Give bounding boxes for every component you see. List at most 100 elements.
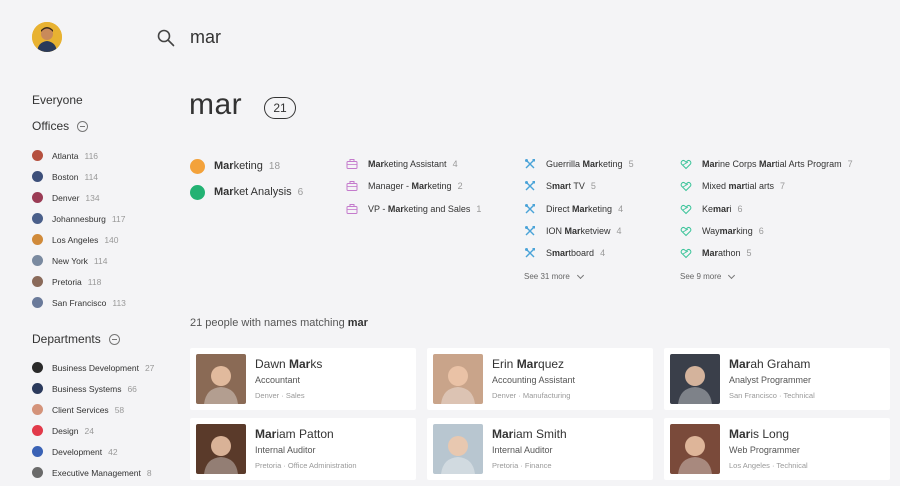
department-thumbnail xyxy=(32,404,43,415)
label-text: king xyxy=(736,226,753,237)
department-item[interactable]: Business Systems 66 xyxy=(32,378,172,399)
collapse-departments-icon[interactable] xyxy=(108,333,120,345)
office-name: Boston xyxy=(52,171,79,182)
office-thumbnail xyxy=(32,255,43,266)
sidebar-everyone[interactable]: Everyone xyxy=(32,92,172,108)
person-card[interactable]: Dawn Marks Accountant Denver · Sales xyxy=(190,348,416,410)
interest-result[interactable]: Marine Corps Martial Arts Program 7 xyxy=(680,153,853,175)
interest-result[interactable]: Kemari 6 xyxy=(680,198,853,220)
department-name: Development xyxy=(52,446,103,457)
office-item[interactable]: Pretoria 118 xyxy=(32,271,172,292)
office-item[interactable]: Denver 134 xyxy=(32,187,172,208)
label-text: keting and Sales xyxy=(403,203,471,214)
group-result[interactable]: Marketing 18 xyxy=(190,153,303,179)
interest-label: Marine Corps Martial Arts Program xyxy=(702,159,842,169)
department-item[interactable]: Design 24 xyxy=(32,420,172,441)
skill-result[interactable]: Guerrilla Marketing 5 xyxy=(524,153,634,175)
office-item[interactable]: Atlanta 116 xyxy=(32,145,172,166)
person-location: Pretoria · Finance xyxy=(492,461,552,470)
person-name: Dawn Marks xyxy=(255,357,322,371)
match-highlight: mar xyxy=(719,226,737,237)
office-name: Pretoria xyxy=(52,276,82,287)
department-thumbnail xyxy=(32,425,43,436)
person-name: Erin Marquez xyxy=(492,357,564,371)
office-count: 140 xyxy=(104,234,119,245)
search-icon[interactable] xyxy=(157,29,175,47)
group-icon xyxy=(190,184,205,200)
tools-icon xyxy=(524,225,536,237)
skill-result[interactable]: Direct Marketing 4 xyxy=(524,198,634,220)
department-name: Business Systems xyxy=(52,383,122,394)
office-thumbnail xyxy=(32,192,43,203)
office-item[interactable]: Boston 114 xyxy=(32,166,172,187)
user-avatar[interactable] xyxy=(32,22,62,52)
skill-result[interactable]: Smart TV 5 xyxy=(524,175,634,197)
match-highlight: Mar xyxy=(368,159,385,170)
skill-result[interactable]: Smartboard 4 xyxy=(524,242,634,264)
departments-header[interactable]: Departments xyxy=(32,331,172,347)
skill-label: Smart TV xyxy=(546,181,585,191)
person-card[interactable]: Mariam Patton Internal Auditor Pretoria · … xyxy=(190,418,416,480)
department-item[interactable]: Business Development 27 xyxy=(32,357,172,378)
skill-label: Direct Marketing xyxy=(546,204,612,214)
department-item[interactable]: Development 42 xyxy=(32,441,172,462)
collapse-offices-icon[interactable] xyxy=(77,120,89,132)
office-thumbnail xyxy=(32,234,43,245)
person-card[interactable]: Maris Long Web Programmer Los Angeles · Te… xyxy=(664,418,890,480)
label-text: keting xyxy=(588,203,613,214)
skill-count: 5 xyxy=(628,159,634,170)
office-count: 114 xyxy=(84,171,99,182)
title-label: VP - Marketing and Sales xyxy=(368,204,470,214)
interests-see-more[interactable]: See 9 more xyxy=(680,264,853,289)
title-result[interactable]: Manager - Marketing 2 xyxy=(346,175,481,197)
departments-label: Departments xyxy=(32,332,101,346)
interest-result[interactable]: Waymarking 6 xyxy=(680,220,853,242)
search-input[interactable]: mar xyxy=(190,27,221,48)
department-thumbnail xyxy=(32,383,43,394)
match-highlight: mar xyxy=(728,181,746,192)
skill-count: 4 xyxy=(616,226,622,237)
department-item[interactable]: Executive Management 8 xyxy=(32,462,172,483)
match-highlight: Mar xyxy=(214,186,234,198)
office-item[interactable]: New York 114 xyxy=(32,250,172,271)
office-item[interactable]: Los Angeles 140 xyxy=(32,229,172,250)
office-item[interactable]: Johannesburg 117 xyxy=(32,208,172,229)
group-label: Marketing xyxy=(214,160,263,172)
interest-result[interactable]: Mixed martial arts 7 xyxy=(680,175,853,197)
label-text: VP - xyxy=(368,203,388,214)
person-card[interactable]: Mariam Smith Internal Auditor Pretoria · F… xyxy=(427,418,653,480)
office-count: 134 xyxy=(85,192,100,203)
person-card[interactable]: Marah Graham Analyst Programmer San Franci… xyxy=(664,348,890,410)
person-card[interactable]: Erin Marquez Accounting Assistant Denver ·… xyxy=(427,348,653,410)
title-count: 4 xyxy=(452,159,458,170)
department-count: 27 xyxy=(144,362,155,373)
offices-header[interactable]: Offices xyxy=(32,118,172,134)
briefcase-icon xyxy=(346,180,358,192)
label-text: athon xyxy=(718,248,741,259)
skill-count: 4 xyxy=(618,203,624,214)
group-count: 18 xyxy=(268,160,281,172)
heart-icon xyxy=(680,203,692,215)
everyone-label: Everyone xyxy=(32,93,83,107)
interest-result[interactable]: Marathon 5 xyxy=(680,242,853,264)
person-name: Mariam Smith xyxy=(492,427,567,441)
group-result[interactable]: Market Analysis 6 xyxy=(190,179,303,205)
label-text: ket Analysis xyxy=(233,186,292,198)
match-highlight: Mar xyxy=(572,203,589,214)
tools-icon xyxy=(524,247,536,259)
interest-count: 5 xyxy=(746,248,752,259)
person-photo xyxy=(670,424,720,474)
skill-result[interactable]: ION Marketview 4 xyxy=(524,220,634,242)
page-title: mar xyxy=(189,88,243,121)
person-title: Analyst Programmer xyxy=(729,375,812,385)
department-item[interactable]: Client Services 58 xyxy=(32,399,172,420)
heart-icon xyxy=(680,180,692,192)
office-thumbnail xyxy=(32,171,43,182)
skills-see-more[interactable]: See 31 more xyxy=(524,264,634,289)
label-text: quez xyxy=(538,357,565,371)
office-item[interactable]: San Francisco 113 xyxy=(32,292,172,313)
title-result[interactable]: VP - Marketing and Sales 1 xyxy=(346,198,481,220)
department-thumbnail xyxy=(32,467,43,478)
title-result[interactable]: Marketing Assistant 4 xyxy=(346,153,481,175)
offices-list: Atlanta 116 Boston 114 Denver 134 Johannesburg… xyxy=(32,145,172,313)
